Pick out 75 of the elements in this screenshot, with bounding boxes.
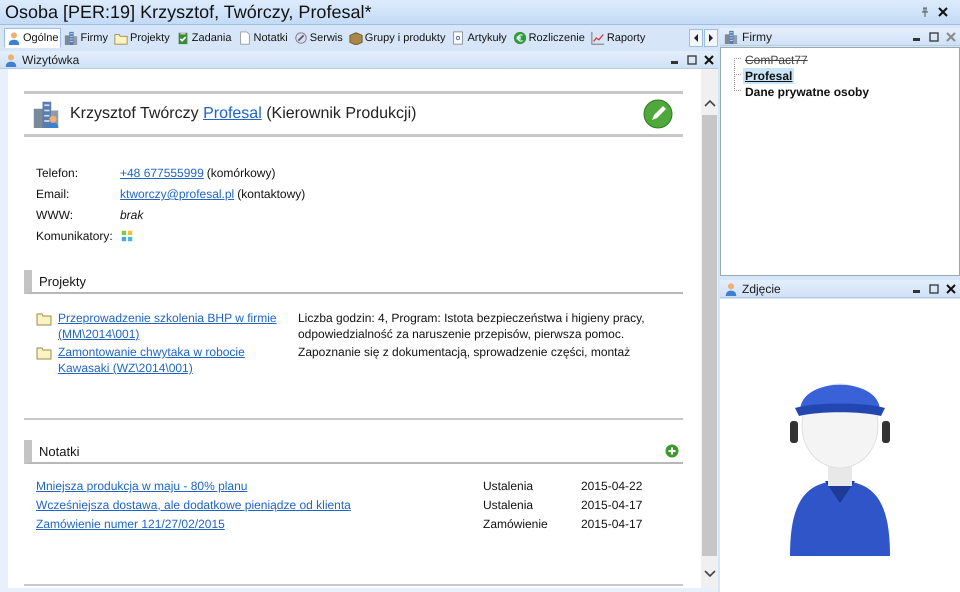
pane-title: Firmy	[742, 30, 773, 44]
chart-icon	[590, 31, 605, 45]
person-icon	[4, 52, 18, 66]
maximize-button[interactable]	[686, 54, 697, 65]
note-date: 2015-04-17	[581, 517, 642, 531]
tab[interactable]: Zadania	[172, 28, 234, 48]
edit-button[interactable]	[643, 99, 673, 129]
scroll-up-button[interactable]	[704, 99, 716, 107]
scrollbar-thumb[interactable]	[702, 115, 717, 556]
person-icon	[7, 31, 21, 45]
window-title: Osoba [PER:19] Krzysztof, Twórczy, Profesal*	[5, 2, 372, 22]
note-category: Ustalenia	[483, 498, 534, 512]
pane-title: Wizytówka	[22, 52, 80, 66]
close-button[interactable]	[945, 283, 956, 294]
field-label: Telefon:	[36, 165, 80, 181]
caret-left-icon	[694, 34, 698, 42]
minimize-icon	[671, 61, 678, 64]
box-icon	[348, 31, 363, 45]
person-icon	[724, 282, 738, 296]
clipboard-check-icon	[176, 31, 190, 45]
project-link[interactable]: Zamontowanie chwytaka w robocie Kawasaki (WZ\2014\001)	[58, 344, 292, 376]
tab[interactable]: Rozliczenie	[510, 28, 588, 48]
field-label: Email:	[36, 186, 70, 202]
contact-name: Krzysztof Twórczy Profesal (Kierownik Produkcji)	[70, 105, 416, 123]
note-date: 2015-04-17	[581, 498, 642, 512]
tab-scroll-right-button[interactable]	[704, 29, 718, 47]
tab[interactable]: Firmy	[61, 28, 111, 48]
section-title: Projekty	[39, 274, 87, 288]
project-description: Zapoznanie się z dokumentacją, sprowadzenie części, montaż	[298, 344, 632, 361]
tree-item[interactable]: Dane prywatne osoby	[743, 84, 872, 100]
field-label: Komunikatory:	[36, 228, 114, 244]
tab[interactable]: Serwis	[290, 28, 346, 48]
maximize-button[interactable]	[928, 31, 939, 42]
tree-item[interactable]: ComPact77	[743, 52, 810, 68]
tab[interactable]: Ogólne	[4, 28, 62, 48]
page-icon	[238, 31, 252, 45]
minimize-icon	[913, 38, 920, 41]
note-link[interactable]: Zamówienie numer 121/27/02/2015	[36, 517, 225, 531]
phone-link[interactable]: +48 677555999	[120, 165, 204, 181]
note-date: 2015-04-22	[581, 479, 642, 493]
maximize-button[interactable]	[928, 283, 939, 294]
tree-item[interactable]: Profesal	[743, 68, 794, 84]
building-icon	[64, 31, 78, 45]
close-button[interactable]	[703, 54, 714, 65]
note-link[interactable]: Wcześniejsza dostawa, ale dodatkowe pieniądze od klienta	[36, 498, 351, 512]
field-label: WWW:	[36, 207, 74, 223]
document-icon	[451, 31, 466, 45]
messenger-icon	[120, 229, 134, 243]
tab[interactable]: Grupy i produkty	[346, 28, 448, 48]
euro-coin-icon	[512, 31, 527, 45]
email-link[interactable]: ktworczy@profesal.pl	[120, 186, 234, 202]
project-description: Liczba godzin: 4, Program: Istota bezpieczeństwa i higieny pracy, odpowiedzialność za naruszenie przepisów, pierwsza pomoc.	[298, 310, 646, 342]
tab[interactable]: Projekty	[110, 28, 173, 48]
tab-scroll-left-button[interactable]	[689, 29, 703, 47]
building-icon	[724, 30, 738, 44]
scroll-down-button[interactable]	[704, 570, 716, 578]
tab[interactable]: Raporty	[588, 28, 648, 48]
folder-icon	[114, 31, 128, 45]
tree-lines	[734, 58, 742, 94]
tab[interactable]: Notatki	[234, 28, 291, 48]
project-link[interactable]: Przeprowadzenie szkolenia BHP w firmie (MM\2014\001)	[58, 310, 292, 342]
add-button[interactable]	[665, 444, 679, 458]
contact-note: (kontaktowy)	[237, 186, 306, 202]
note-category: Ustalenia	[483, 479, 534, 493]
note-link[interactable]: Mniejsza produkcja w maju - 80% planu	[36, 479, 248, 493]
caret-right-icon	[709, 34, 713, 42]
section-title: Notatki	[39, 444, 80, 458]
note-category: Zamówienie	[483, 517, 548, 531]
contact-note: (komórkowy)	[206, 165, 276, 181]
tab[interactable]: Artykuły	[448, 28, 510, 48]
company-link[interactable]: Profesal	[203, 105, 262, 122]
field-value: brak	[120, 207, 144, 223]
pane-title: Zdjęcie	[742, 282, 782, 296]
minimize-icon	[913, 290, 920, 293]
building-person-icon	[32, 100, 60, 128]
